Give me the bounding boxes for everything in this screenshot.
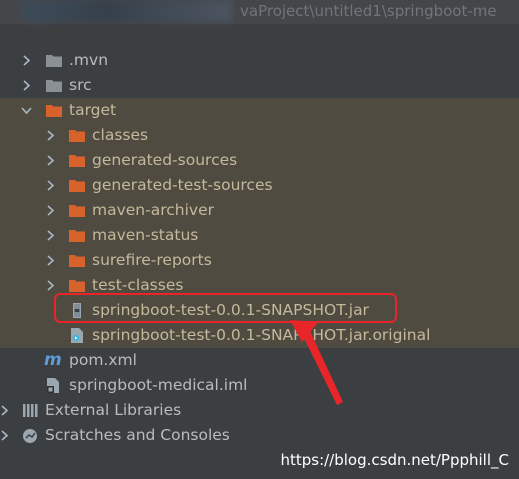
annotation-arrow-icon <box>290 320 343 405</box>
watermark: https://blog.csdn.net/Ppphill_C <box>280 451 509 469</box>
